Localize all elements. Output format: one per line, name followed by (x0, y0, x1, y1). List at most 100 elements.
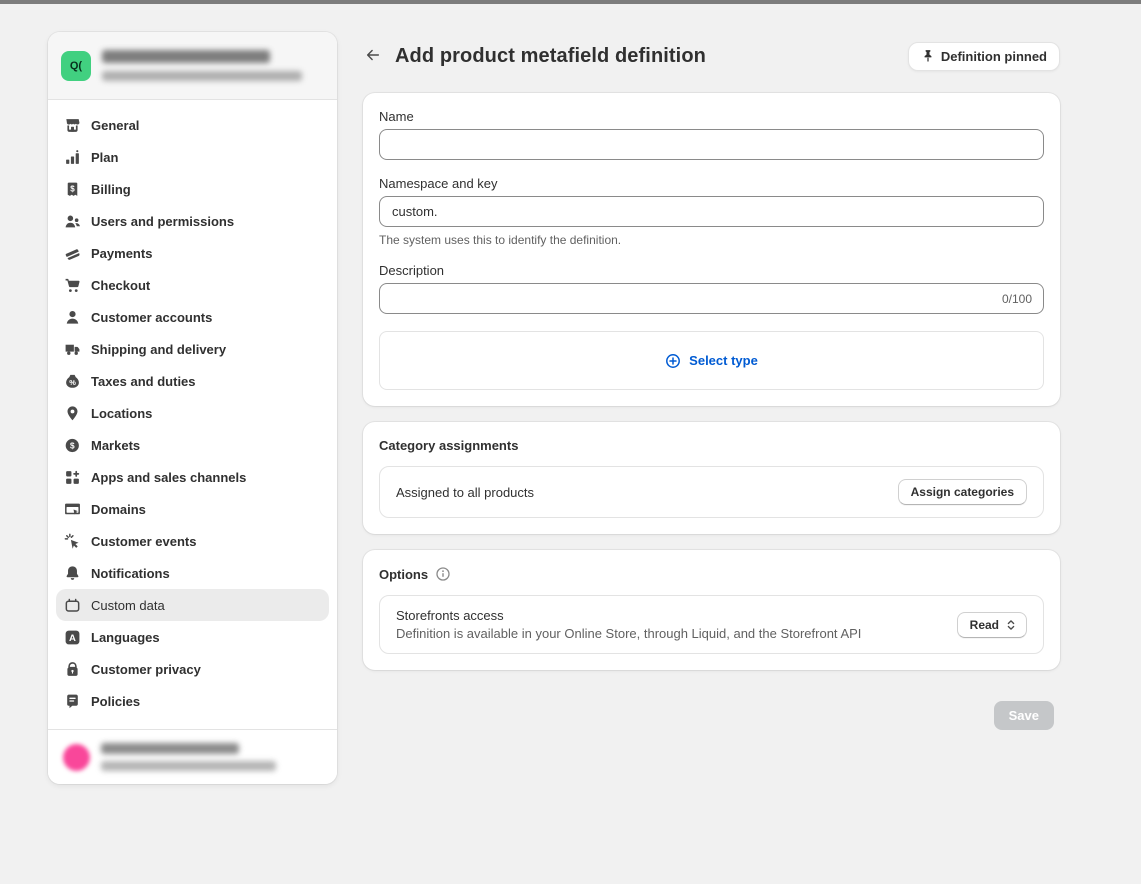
svg-text:$: $ (70, 441, 75, 450)
person-icon (64, 309, 81, 326)
sidebar-item-users-and-permissions[interactable]: Users and permissions (56, 205, 329, 237)
sidebar-item-general[interactable]: General (56, 109, 329, 141)
svg-text:%: % (69, 377, 76, 386)
user-avatar (63, 744, 90, 771)
store-avatar: Q( (61, 51, 91, 81)
settings-sidebar: Q( General Plan $ Billing Users and permissi… (48, 32, 337, 784)
sidebar-item-shipping-and-delivery[interactable]: Shipping and delivery (56, 333, 329, 365)
sidebar-item-languages[interactable]: ALanguages (56, 621, 329, 653)
location-pin-icon (64, 405, 81, 422)
svg-text:A: A (69, 632, 76, 643)
sidebar-item-label: Payments (91, 246, 152, 261)
select-updown-icon (1004, 618, 1018, 632)
store-icon (64, 117, 81, 134)
sidebar-item-customer-privacy[interactable]: Customer privacy (56, 653, 329, 685)
store-info (102, 50, 302, 81)
sidebar-item-label: Plan (91, 150, 118, 165)
name-label: Name (379, 109, 1044, 124)
user-name-redacted (101, 743, 239, 754)
sidebar-item-customer-accounts[interactable]: Customer accounts (56, 301, 329, 333)
namespace-help-text: The system uses this to identify the def… (379, 233, 1044, 247)
sidebar-item-policies[interactable]: Policies (56, 685, 329, 717)
sidebar-item-label: Checkout (91, 278, 150, 293)
sidebar-item-locations[interactable]: Locations (56, 397, 329, 429)
category-assignments-card: Category assignments Assigned to all pro… (363, 422, 1060, 534)
sidebar-item-checkout[interactable]: Checkout (56, 269, 329, 301)
domains-icon (64, 501, 81, 518)
user-email-redacted (101, 761, 276, 771)
sidebar-item-label: Billing (91, 182, 131, 197)
globe-icon: $ (64, 437, 81, 454)
sidebar-item-plan[interactable]: Plan (56, 141, 329, 173)
store-domain-redacted (102, 71, 302, 81)
sidebar-item-notifications[interactable]: Notifications (56, 557, 329, 589)
apps-grid-icon (64, 469, 81, 486)
page-header: Add product metafield definition Definit… (363, 42, 1060, 70)
sidebar-item-label: Custom data (91, 598, 165, 613)
sidebar-item-label: Domains (91, 502, 146, 517)
sidebar-item-billing[interactable]: $ Billing (56, 173, 329, 205)
sidebar-item-custom-data[interactable]: Custom data (56, 589, 329, 621)
plus-circle-icon (665, 353, 681, 369)
policy-icon (64, 693, 81, 710)
select-type-button[interactable]: Select type (379, 331, 1044, 390)
sidebar-item-label: Users and permissions (91, 214, 234, 229)
user-account[interactable] (48, 729, 337, 784)
select-type-label: Select type (689, 353, 758, 368)
custom-data-icon (64, 597, 81, 614)
click-icon (64, 533, 81, 550)
storefronts-access-description: Definition is available in your Online S… (396, 626, 861, 641)
sidebar-item-label: Shipping and delivery (91, 342, 226, 357)
sidebar-item-label: General (91, 118, 139, 133)
sidebar-item-label: Policies (91, 694, 140, 709)
sidebar-item-domains[interactable]: Domains (56, 493, 329, 525)
translate-icon: A (64, 629, 81, 646)
sidebar-item-label: Customer events (91, 534, 196, 549)
definition-pinned-button[interactable]: Definition pinned (908, 42, 1060, 71)
options-card: Options Storefronts access Definition is… (363, 550, 1060, 670)
back-button[interactable] (363, 45, 385, 67)
options-title: Options (379, 567, 428, 582)
namespace-field-group: Namespace and key The system uses this t… (379, 176, 1044, 247)
storefronts-access-title: Storefronts access (396, 608, 861, 623)
name-field-group: Name (379, 109, 1044, 160)
store-switcher[interactable]: Q( (48, 32, 337, 100)
cart-icon (64, 277, 81, 294)
storefronts-access-value: Read (970, 618, 999, 632)
window-top-strip (0, 0, 1141, 4)
save-button[interactable]: Save (994, 701, 1054, 730)
category-assignment-status: Assigned to all products (396, 485, 534, 500)
sidebar-item-label: Markets (91, 438, 140, 453)
description-label: Description (379, 263, 1044, 278)
lock-icon (64, 661, 81, 678)
pin-icon (921, 49, 935, 63)
description-input[interactable] (379, 283, 1044, 314)
definition-form-card: Name Namespace and key The system uses t… (363, 93, 1060, 406)
storefronts-access-text: Storefronts access Definition is availab… (396, 608, 861, 641)
back-arrow-icon (365, 47, 381, 63)
sidebar-item-payments[interactable]: Payments (56, 237, 329, 269)
billing-icon: $ (64, 181, 81, 198)
namespace-input[interactable] (379, 196, 1044, 227)
assign-categories-button[interactable]: Assign categories (898, 479, 1027, 505)
main-content: Add product metafield definition Definit… (363, 42, 1060, 730)
name-input[interactable] (379, 129, 1044, 160)
category-assignments-title: Category assignments (379, 438, 518, 453)
category-assignment-row: Assigned to all products Assign categori… (379, 466, 1044, 518)
sidebar-item-label: Notifications (91, 566, 170, 581)
users-icon (64, 213, 81, 230)
info-icon[interactable] (435, 566, 451, 582)
sidebar-item-apps-and-sales-channels[interactable]: Apps and sales channels (56, 461, 329, 493)
sidebar-item-taxes-and-duties[interactable]: %Taxes and duties (56, 365, 329, 397)
sidebar-item-markets[interactable]: $ Markets (56, 429, 329, 461)
sidebar-item-label: Locations (91, 406, 152, 421)
svg-text:$: $ (70, 184, 75, 193)
truck-icon (64, 341, 81, 358)
save-row: Save (363, 701, 1060, 730)
storefronts-access-row: Storefronts access Definition is availab… (379, 595, 1044, 654)
payments-icon (64, 245, 81, 262)
sidebar-item-customer-events[interactable]: Customer events (56, 525, 329, 557)
sidebar-item-label: Apps and sales channels (91, 470, 246, 485)
page-title: Add product metafield definition (395, 45, 706, 68)
storefronts-access-select[interactable]: Read (957, 612, 1027, 638)
